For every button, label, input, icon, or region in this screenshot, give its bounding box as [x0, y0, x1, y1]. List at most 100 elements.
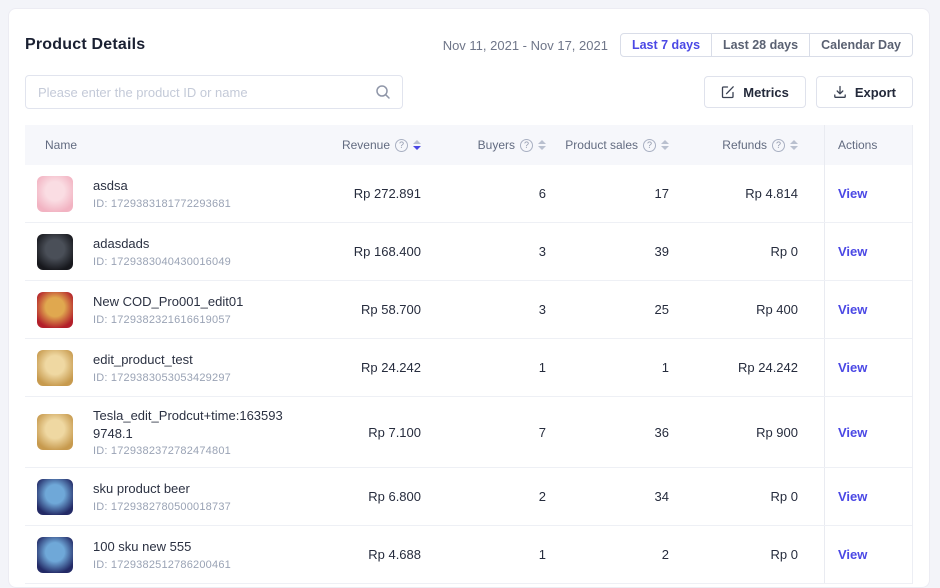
sort-icon[interactable] [538, 140, 546, 150]
table-row: sku product beerID: 1729382780500018737R… [25, 468, 912, 526]
buyers-value: 1 [421, 360, 546, 375]
table-row: edit_product_testID: 1729383053053429297… [25, 339, 912, 397]
product-sales-value: 1 [546, 360, 669, 375]
sort-caret-up [413, 140, 421, 144]
toolbar-buttons: Metrics Export [704, 76, 913, 108]
product-text: New COD_Pro001_edit01ID: 172938232161661… [93, 293, 243, 326]
sort-icon[interactable] [790, 140, 798, 150]
product-name: Tesla_edit_Prodcut+time:1635939748.1 [93, 407, 285, 442]
product-sales-value: 25 [546, 302, 669, 317]
product-thumbnail [37, 350, 73, 386]
product-id: ID: 1729382372782474801 [93, 445, 285, 457]
sort-icon[interactable] [661, 140, 669, 150]
sort-caret-up [538, 140, 546, 144]
product-cell: asdsa ID: 1729383181772293681 [25, 165, 285, 222]
page-title: Product Details [25, 36, 145, 54]
revenue-value: Rp 24.242 [285, 360, 421, 375]
table-row: New COD_Pro001_edit01ID: 172938232161661… [25, 281, 912, 339]
product-name: asdsa [93, 177, 231, 195]
column-header-product-sales[interactable]: Product sales? [546, 138, 669, 152]
column-label: Actions [838, 138, 877, 152]
view-link[interactable]: View [838, 360, 867, 375]
revenue-value: Rp 168.400 [285, 244, 421, 259]
product-sales-value: 17 [546, 186, 669, 201]
view-link[interactable]: View [838, 302, 867, 317]
search-input[interactable] [25, 75, 403, 109]
help-icon[interactable]: ? [520, 139, 533, 152]
product-name: 100 sku new 555 [93, 538, 231, 556]
edit-metrics-icon [721, 85, 735, 99]
table-header: NameRevenue?Buyers?Product sales?Refunds… [25, 125, 912, 165]
metrics-button[interactable]: Metrics [704, 76, 806, 108]
sort-caret-up [790, 140, 798, 144]
column-label: Revenue [342, 138, 390, 152]
column-header-revenue[interactable]: Revenue? [285, 138, 421, 152]
actions-cell: View [824, 468, 912, 525]
column-label: Buyers [478, 138, 515, 152]
product-text: Tesla_edit_Prodcut+time:1635939748.1 ID: … [93, 407, 285, 457]
product-sales-value: 2 [546, 547, 669, 562]
view-link[interactable]: View [838, 547, 867, 562]
column-header-refunds[interactable]: Refunds? [669, 138, 824, 152]
product-sales-value: 36 [546, 425, 669, 440]
help-icon[interactable]: ? [772, 139, 785, 152]
actions-cell: View [824, 281, 912, 338]
product-cell: adasdads ID: 1729383040430016049 [25, 223, 285, 280]
product-thumbnail [37, 234, 73, 270]
view-link[interactable]: View [838, 489, 867, 504]
product-thumbnail [37, 479, 73, 515]
column-header-actions: Actions [824, 125, 912, 165]
view-link[interactable]: View [838, 425, 867, 440]
product-id: ID: 1729382780500018737 [93, 501, 231, 513]
table-body: asdsaID: 1729383181772293681Rp 272.89161… [25, 165, 912, 584]
refunds-value: Rp 0 [669, 547, 824, 562]
product-text: asdsa ID: 1729383181772293681 [93, 177, 231, 210]
actions-cell: View [824, 165, 912, 222]
column-header-buyers[interactable]: Buyers? [421, 138, 546, 152]
product-text: 100 sku new 555ID: 1729382512786200461 [93, 538, 231, 571]
range-option-last-28-days[interactable]: Last 28 days [711, 33, 810, 57]
export-button[interactable]: Export [816, 76, 913, 108]
product-details-card: Product Details Nov 11, 2021 - Nov 17, 2… [8, 8, 930, 588]
table-row: adasdads ID: 1729383040430016049 Rp 168.40… [25, 223, 912, 281]
product-text: sku product beer ID: 1729382780500018737 [93, 480, 231, 513]
search-icon[interactable] [375, 84, 391, 100]
metrics-button-label: Metrics [743, 85, 789, 100]
product-id: ID: 1729383181772293681 [93, 198, 231, 210]
range-option-calendar-day[interactable]: Calendar Day [809, 33, 913, 57]
product-name: sku product beer [93, 480, 231, 498]
buyers-value: 3 [421, 244, 546, 259]
buyers-value: 7 [421, 425, 546, 440]
view-link[interactable]: View [838, 244, 867, 259]
sort-icon[interactable] [413, 140, 421, 150]
column-header-name: Name [25, 138, 285, 152]
product-cell: New COD_Pro001_edit01ID: 172938232161661… [25, 281, 285, 338]
product-name: adasdads [93, 235, 231, 253]
product-thumbnail [37, 176, 73, 212]
buyers-value: 6 [421, 186, 546, 201]
refunds-value: Rp 900 [669, 425, 824, 440]
actions-cell: View [824, 223, 912, 280]
sort-caret-down [538, 146, 546, 150]
help-icon[interactable]: ? [643, 139, 656, 152]
column-label: Refunds [722, 138, 767, 152]
revenue-value: Rp 272.891 [285, 186, 421, 201]
date-range-switcher: Last 7 daysLast 28 daysCalendar Day [620, 33, 913, 57]
revenue-value: Rp 58.700 [285, 302, 421, 317]
range-option-last-7-days[interactable]: Last 7 days [620, 33, 712, 57]
view-link[interactable]: View [838, 186, 867, 201]
help-icon[interactable]: ? [395, 139, 408, 152]
table-row: Tesla_edit_Prodcut+time:1635939748.1 ID: … [25, 397, 912, 468]
refunds-value: Rp 400 [669, 302, 824, 317]
revenue-value: Rp 4.688 [285, 547, 421, 562]
product-thumbnail [37, 537, 73, 573]
actions-cell: View [824, 397, 912, 467]
actions-cell: View [824, 526, 912, 583]
product-sales-value: 34 [546, 489, 669, 504]
revenue-value: Rp 7.100 [285, 425, 421, 440]
product-thumbnail [37, 414, 73, 450]
product-text: adasdads ID: 1729383040430016049 [93, 235, 231, 268]
product-id: ID: 1729383053053429297 [93, 372, 231, 384]
product-id: ID: 1729383040430016049 [93, 256, 231, 268]
refunds-value: Rp 24.242 [669, 360, 824, 375]
